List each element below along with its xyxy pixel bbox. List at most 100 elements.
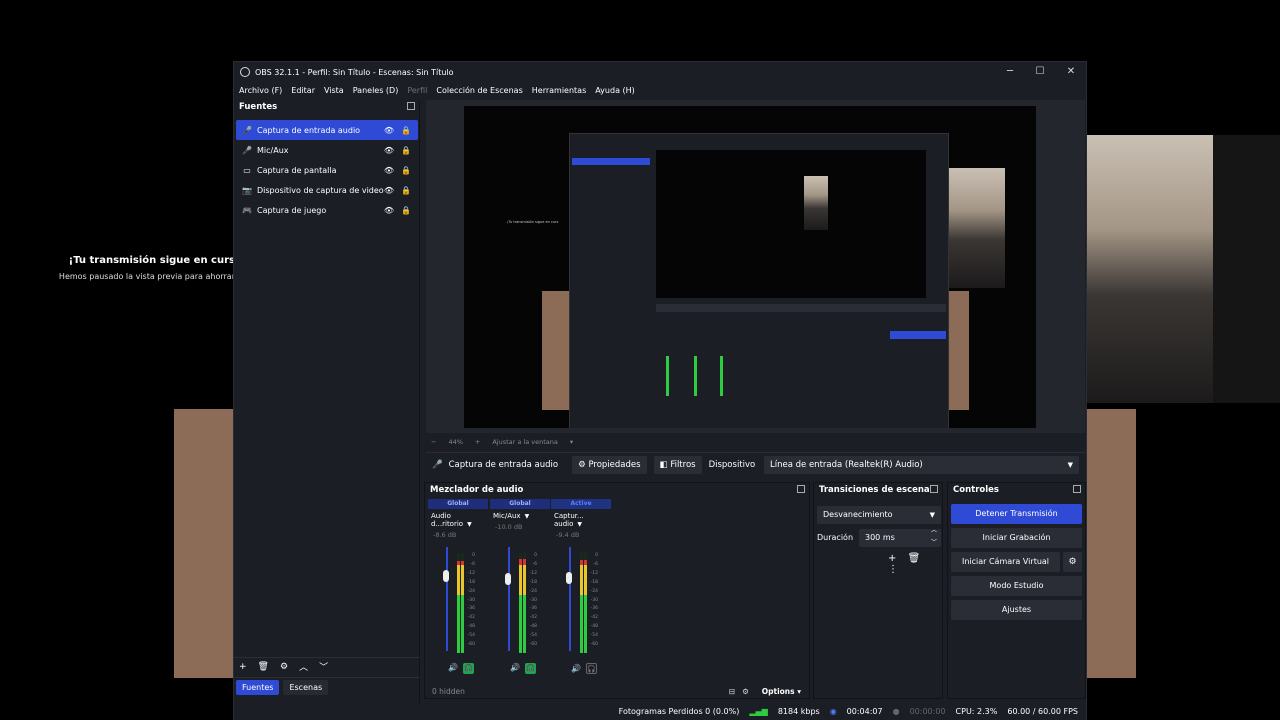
meter-fill-red (580, 560, 583, 565)
advanced-audio-icon[interactable]: ⚙ (742, 687, 749, 696)
menu-perfil[interactable]: Perfil (407, 86, 427, 95)
zoom-out-button[interactable]: − (431, 438, 436, 446)
mute-speaker-icon[interactable]: 🔊 (571, 664, 581, 673)
volume-slider[interactable] (446, 547, 448, 651)
dropped-frames: Fotogramas Perdidos 0 (0.0%) (618, 707, 740, 716)
mixer-channel: Global Mic/Aux ▼ -10.0 dB 0 -6 -12 -18 -24 -30… (490, 499, 550, 679)
monitor-headphones-icon[interactable]: 🎧 (524, 663, 536, 674)
lock-icon[interactable]: 🔒 (401, 186, 411, 195)
visibility-eye-icon[interactable]: 👁 (384, 206, 394, 215)
settings-button[interactable]: Ajustes (951, 600, 1082, 620)
options-button[interactable]: Options ▾ (762, 687, 801, 696)
remove-source-button[interactable]: 🗑 (258, 662, 269, 672)
stop-streaming-button[interactable]: Detener Transmisión (951, 504, 1082, 524)
device-select[interactable]: Línea de entrada (Realtek(R) Audio) ▼ (764, 456, 1079, 474)
meter-fill-green (519, 595, 522, 653)
virtual-camera-settings-gear-icon[interactable]: ⚙ (1063, 552, 1082, 572)
meter-fill-yellow (580, 565, 583, 595)
scale-tick-label: -36 (467, 606, 475, 612)
channel-name[interactable]: Audio d...ritorio ▼ (428, 512, 488, 528)
audio-mixer-dock: Mezclador de audio Global Audio d...rito… (424, 482, 810, 699)
monitor-headphones-icon[interactable]: 🎧 (585, 663, 597, 674)
preview-canvas[interactable]: ¡Tu transmisión sigue en curs (464, 106, 1036, 428)
tab-fuentes[interactable]: Fuentes (236, 680, 280, 695)
chevron-down-icon[interactable]: ▾ (570, 438, 573, 446)
dock-float-icon[interactable] (1073, 485, 1081, 493)
duration-value: 300 ms (865, 533, 895, 542)
zoom-in-button[interactable]: + (475, 438, 480, 446)
mute-speaker-icon[interactable]: 🔊 (510, 663, 520, 672)
visibility-eye-icon[interactable]: 👁 (384, 126, 394, 135)
channel-name[interactable]: Captur... audio ▼ (551, 512, 611, 528)
mute-speaker-icon[interactable]: 🔊 (448, 663, 458, 672)
obs-logo-icon (240, 67, 250, 77)
add-transition-button[interactable]: + (888, 553, 896, 564)
stepper-icon[interactable]: ︿ ﹀ (931, 525, 937, 549)
volume-slider[interactable] (569, 547, 571, 651)
close-button[interactable]: ✕ (1064, 65, 1078, 79)
duration-input[interactable]: 300 ms ︿ ﹀ (859, 527, 941, 547)
source-properties-button[interactable]: ⚙ (280, 662, 288, 672)
source-item[interactable]: ▭ Captura de pantalla 👁 🔒 (236, 160, 418, 180)
menu-coleccion-escenas[interactable]: Colección de Escenas (436, 86, 522, 95)
add-source-button[interactable]: + (239, 662, 247, 672)
menu-paneles[interactable]: Paneles (D) (353, 86, 399, 95)
menu-editar[interactable]: Editar (291, 86, 315, 95)
lock-icon[interactable]: 🔒 (401, 146, 411, 155)
transition-menu-button[interactable]: ⋮ (888, 564, 898, 575)
transition-tools: + 🗑 ⋮ (888, 553, 942, 575)
nested-stop-button (890, 331, 946, 339)
visibility-eye-icon[interactable]: 👁 (384, 186, 394, 195)
move-down-button[interactable]: ﹀ (319, 660, 328, 673)
background-dark-panel (1213, 135, 1280, 403)
nested-selected-source (572, 158, 650, 165)
start-recording-button[interactable]: Iniciar Grabación (951, 528, 1082, 548)
transition-select[interactable]: Desvanecimiento ▼ (817, 506, 941, 524)
audio-level-meter (519, 553, 522, 653)
menu-archivo[interactable]: Archivo (F) (239, 86, 282, 95)
properties-button[interactable]: ⚙ Propiedades (572, 455, 647, 474)
tab-escenas[interactable]: Escenas (283, 680, 329, 695)
volume-slider-knob[interactable] (566, 571, 572, 584)
visibility-eye-icon[interactable]: 👁 (384, 146, 394, 155)
move-up-button[interactable]: ︿ (299, 660, 308, 673)
maximize-button[interactable]: ☐ (1033, 65, 1047, 79)
scale-tick-label: 0 (595, 553, 598, 558)
dock-float-icon[interactable] (407, 102, 415, 110)
minimize-button[interactable]: ─ (1003, 65, 1017, 79)
monitor-headphones-icon[interactable]: 🎧 (462, 663, 474, 674)
menu-vista[interactable]: Vista (324, 86, 344, 95)
meter-fill-yellow (519, 565, 522, 595)
meter-fill-red (519, 559, 522, 565)
remove-transition-button[interactable]: 🗑 (908, 553, 921, 564)
layout-icon[interactable]: ⊟ (729, 687, 735, 696)
dock-float-icon[interactable] (797, 485, 805, 493)
source-context-bar: 🎤 Captura de entrada audio ⚙ Propiedades… (426, 452, 1085, 476)
volume-slider-knob[interactable] (505, 573, 511, 585)
source-item[interactable]: 📷 Dispositivo de captura de video 👁 🔒 (236, 180, 418, 200)
preview-area[interactable]: ¡Tu transmisión sigue en curs (426, 100, 1085, 433)
lock-icon[interactable]: 🔒 (401, 166, 411, 175)
source-item[interactable]: 🎤 Mic/Aux 👁 🔒 (236, 140, 418, 160)
source-item[interactable]: 🎮 Captura de juego 👁 🔒 (236, 200, 418, 220)
lock-icon[interactable]: 🔒 (401, 206, 411, 215)
volume-slider[interactable] (508, 547, 510, 651)
source-item[interactable]: 🎤 Captura de entrada audio 👁 🔒 (236, 120, 418, 140)
lock-icon[interactable]: 🔒 (401, 126, 411, 135)
menu-ayuda[interactable]: Ayuda (H) (595, 86, 635, 95)
mixer-toolbar-icons: ⊟ ⚙ (729, 687, 749, 696)
filters-button[interactable]: ◧ Filtros (653, 455, 702, 474)
fit-window-button[interactable]: Ajustar a la ventana (492, 438, 558, 446)
volume-slider-knob[interactable] (443, 569, 449, 582)
dock-float-icon[interactable] (930, 485, 938, 493)
start-virtual-camera-button[interactable]: Iniciar Cámara Virtual (951, 552, 1060, 572)
channel-name[interactable]: Mic/Aux ▼ (490, 512, 550, 520)
menu-herramientas[interactable]: Herramientas (532, 86, 587, 95)
meter-fill-green (457, 595, 460, 653)
studio-mode-button[interactable]: Modo Estudio (951, 576, 1082, 596)
microphone-icon: 🎤 (242, 145, 252, 155)
channel-db: -8.6 dB (433, 531, 457, 539)
visibility-eye-icon[interactable]: 👁 (384, 166, 394, 175)
scale-tick-label: -12 (529, 570, 537, 576)
properties-label: Propiedades (588, 459, 641, 470)
